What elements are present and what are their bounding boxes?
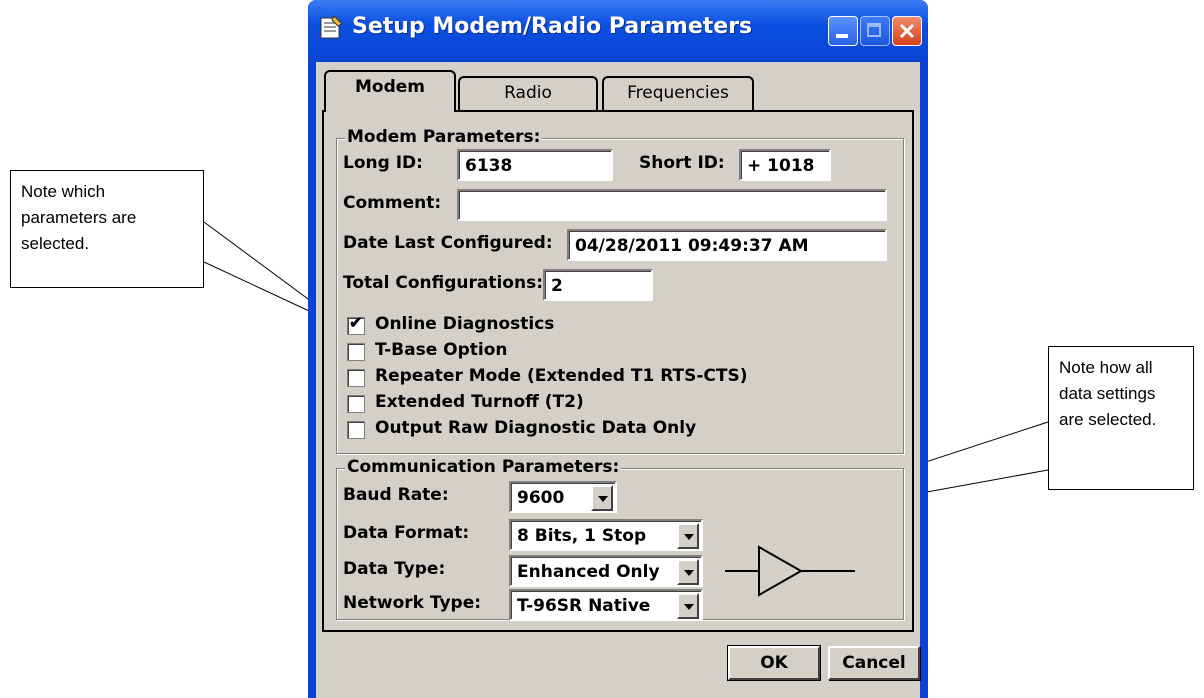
tab-frequencies-label: Frequencies <box>627 83 729 103</box>
app-icon <box>320 15 343 39</box>
comment-label: Comment: <box>343 193 442 213</box>
ok-button[interactable]: OK <box>727 645 821 681</box>
modem-parameters-group: Modem Parameters: Long ID: 6138 Short ID… <box>336 127 904 454</box>
date-last-configured-label: Date Last Configured: <box>343 233 553 253</box>
baud-rate-label: Baud Rate: <box>343 485 449 505</box>
long-id-field[interactable]: 6138 <box>457 149 613 181</box>
long-id-label: Long ID: <box>343 153 423 173</box>
extended-turnoff-label: Extended Turnoff (T2) <box>375 392 584 412</box>
baud-rate-value: 9600 <box>517 488 565 508</box>
total-configurations-field[interactable]: 2 <box>543 269 653 301</box>
tab-modem-label: Modem <box>354 77 425 97</box>
tab-frequencies[interactable]: Frequencies <box>602 76 754 110</box>
short-id-label: Short ID: <box>639 153 725 173</box>
data-type-label: Data Type: <box>343 559 446 579</box>
ok-button-label: OK <box>760 653 788 673</box>
network-type-select[interactable]: T-96SR Native <box>509 589 703 621</box>
network-type-value: T-96SR Native <box>517 596 651 616</box>
cancel-button-label: Cancel <box>842 653 906 673</box>
total-configurations-label: Total Configurations: <box>343 273 543 293</box>
chevron-down-icon[interactable] <box>677 593 699 619</box>
data-format-value: 8 Bits, 1 Stop <box>517 526 647 546</box>
communication-parameters-legend: Communication Parameters: <box>345 457 622 477</box>
data-type-value: Enhanced Only <box>517 562 660 582</box>
dialog-window: Setup Modem/Radio Parameters Modem Radio… <box>308 0 928 698</box>
data-type-select[interactable]: Enhanced Only <box>509 555 703 587</box>
comment-field[interactable] <box>457 189 887 221</box>
repeater-mode-checkbox[interactable] <box>347 369 365 387</box>
tab-radio-label: Radio <box>504 83 552 103</box>
close-button[interactable] <box>892 16 922 46</box>
chevron-down-icon[interactable] <box>677 523 699 549</box>
chevron-down-icon[interactable] <box>677 559 699 585</box>
window-title: Setup Modem/Radio Parameters <box>352 14 753 39</box>
short-id-field[interactable]: + 1018 <box>739 149 831 181</box>
callout-right-text: Note how all data settings are selected. <box>1059 358 1157 429</box>
data-format-select[interactable]: 8 Bits, 1 Stop <box>509 519 703 551</box>
tab-radio[interactable]: Radio <box>458 76 598 110</box>
amplifier-symbol <box>725 545 855 597</box>
callout-right: Note how all data settings are selected. <box>1048 346 1194 490</box>
minimize-icon <box>836 34 848 38</box>
dialog-body: Modem Radio Frequencies Modem Parameters… <box>316 62 920 698</box>
check-mark-icon: ✔ <box>349 315 363 332</box>
cancel-button[interactable]: Cancel <box>828 646 920 680</box>
output-raw-diagnostic-checkbox[interactable] <box>347 421 365 439</box>
repeater-mode-label: Repeater Mode (Extended T1 RTS-CTS) <box>375 366 748 386</box>
minimize-button[interactable] <box>828 16 858 46</box>
tab-panel: Modem Parameters: Long ID: 6138 Short ID… <box>322 110 914 632</box>
baud-rate-select[interactable]: 9600 <box>509 481 617 513</box>
tab-modem[interactable]: Modem <box>324 70 456 112</box>
output-raw-diagnostic-label: Output Raw Diagnostic Data Only <box>375 418 697 438</box>
t-base-option-checkbox[interactable] <box>347 343 365 361</box>
maximize-button[interactable] <box>860 16 890 46</box>
network-type-label: Network Type: <box>343 593 482 613</box>
close-icon <box>899 23 915 39</box>
chevron-down-icon[interactable] <box>591 485 613 511</box>
modem-parameters-legend: Modem Parameters: <box>345 127 543 147</box>
communication-parameters-group: Communication Parameters: Baud Rate: 960… <box>336 457 904 621</box>
maximize-icon <box>867 23 881 37</box>
online-diagnostics-checkbox[interactable]: ✔ <box>347 315 365 335</box>
t-base-option-label: T-Base Option <box>375 340 508 360</box>
data-format-label: Data Format: <box>343 523 470 543</box>
extended-turnoff-checkbox[interactable] <box>347 395 365 413</box>
online-diagnostics-label: Online Diagnostics <box>375 314 555 334</box>
date-last-configured-field[interactable]: 04/28/2011 09:49:37 AM <box>567 229 887 261</box>
title-bar[interactable]: Setup Modem/Radio Parameters <box>308 0 928 62</box>
